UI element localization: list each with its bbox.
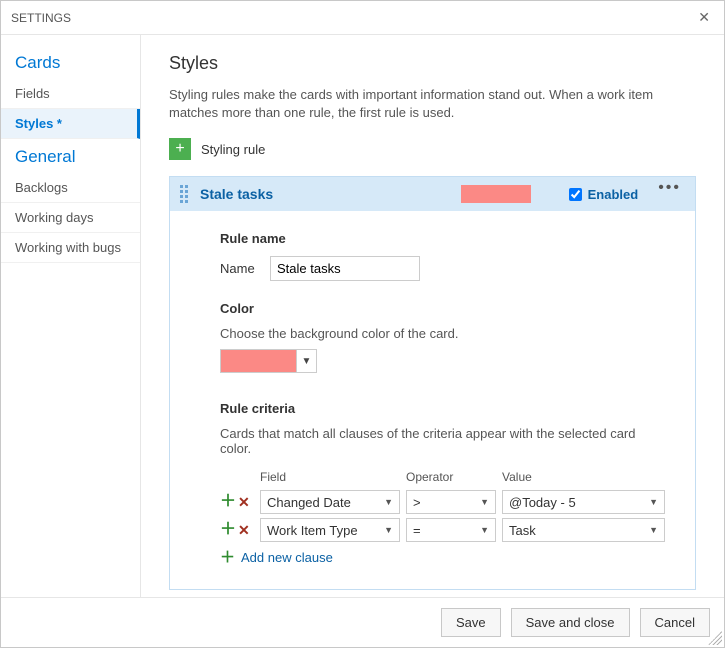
add-clause-label: Add new clause — [241, 550, 333, 565]
criteria-header-value: Value — [502, 470, 665, 484]
clause-field-select[interactable]: Changed Date ▼ — [260, 490, 400, 514]
rule-header[interactable]: Stale tasks Enabled ••• — [170, 177, 695, 211]
criteria-table: Field Operator Value ＋ ✕ Changed Date ▼ — [220, 470, 665, 565]
criteria-description: Cards that match all clauses of the crit… — [220, 426, 665, 456]
drag-handle-icon[interactable] — [180, 185, 190, 203]
page-title: Styles — [169, 53, 696, 74]
cancel-button[interactable]: Cancel — [640, 608, 710, 637]
window-title: SETTINGS — [11, 11, 71, 25]
sidebar-item-backlogs[interactable]: Backlogs — [1, 173, 140, 203]
sidebar-section-general: General — [1, 139, 140, 173]
rule-title: Stale tasks — [200, 186, 273, 202]
plus-icon: ＋ — [220, 550, 235, 565]
clause-operator-select[interactable]: > ▼ — [406, 490, 496, 514]
resize-grip-icon[interactable] — [708, 631, 722, 645]
rule-enabled-toggle[interactable]: Enabled — [569, 187, 639, 202]
add-rule-label: Styling rule — [201, 142, 265, 157]
clause-field-select[interactable]: Work Item Type ▼ — [260, 518, 400, 542]
delete-clause-icon[interactable]: ✕ — [238, 495, 250, 509]
rule-enabled-checkbox[interactable] — [569, 188, 582, 201]
color-section-title: Color — [220, 301, 665, 316]
color-picker[interactable]: ▼ — [220, 349, 317, 373]
rule-name-input[interactable] — [270, 256, 420, 281]
main-panel: Styles Styling rules make the cards with… — [141, 35, 724, 597]
delete-clause-icon[interactable]: ✕ — [238, 523, 250, 537]
sidebar-item-styles[interactable]: Styles * — [1, 109, 140, 139]
add-clause-button[interactable]: ＋ Add new clause — [220, 550, 665, 565]
clause-field-value: Work Item Type — [267, 523, 358, 538]
dialog-footer: Save Save and close Cancel — [1, 597, 724, 647]
clause-value-select[interactable]: Task ▼ — [502, 518, 665, 542]
close-icon[interactable]: ✕ — [694, 7, 714, 28]
rule-more-icon[interactable]: ••• — [654, 179, 685, 197]
sidebar-item-fields[interactable]: Fields — [1, 79, 140, 109]
sidebar-section-cards: Cards — [1, 45, 140, 79]
clause-value-text: @Today - 5 — [509, 495, 576, 510]
criteria-header-operator: Operator — [406, 470, 496, 484]
chevron-down-icon: ▼ — [480, 525, 489, 535]
add-clause-icon[interactable]: ＋ — [220, 494, 236, 510]
color-description: Choose the background color of the card. — [220, 326, 665, 341]
add-rule-button[interactable]: + — [169, 138, 191, 160]
add-clause-icon[interactable]: ＋ — [220, 522, 236, 538]
chevron-down-icon: ▼ — [384, 497, 393, 507]
criteria-row: ＋ ✕ Changed Date ▼ > ▼ @Today - 5 — [220, 490, 665, 514]
rule-panel: Stale tasks Enabled ••• Rule name Name C… — [169, 176, 696, 590]
chevron-down-icon: ▼ — [384, 525, 393, 535]
sidebar-item-working-with-bugs[interactable]: Working with bugs — [1, 233, 140, 263]
page-description: Styling rules make the cards with import… — [169, 86, 696, 122]
rule-name-label: Name — [220, 261, 258, 276]
save-and-close-button[interactable]: Save and close — [511, 608, 630, 637]
criteria-section-title: Rule criteria — [220, 401, 665, 416]
chevron-down-icon: ▼ — [649, 497, 658, 507]
chevron-down-icon[interactable]: ▼ — [296, 350, 316, 372]
criteria-header-field: Field — [260, 470, 400, 484]
color-swatch — [221, 350, 296, 372]
clause-operator-value: = — [413, 523, 421, 538]
chevron-down-icon: ▼ — [480, 497, 489, 507]
clause-value-text: Task — [509, 523, 536, 538]
rule-header-color-swatch — [461, 185, 531, 203]
chevron-down-icon: ▼ — [649, 525, 658, 535]
criteria-row: ＋ ✕ Work Item Type ▼ = ▼ Task — [220, 518, 665, 542]
clause-value-select[interactable]: @Today - 5 ▼ — [502, 490, 665, 514]
sidebar: Cards Fields Styles * General Backlogs W… — [1, 35, 141, 597]
rule-name-section-title: Rule name — [220, 231, 665, 246]
clause-operator-select[interactable]: = ▼ — [406, 518, 496, 542]
save-button[interactable]: Save — [441, 608, 501, 637]
sidebar-item-working-days[interactable]: Working days — [1, 203, 140, 233]
clause-operator-value: > — [413, 495, 421, 510]
rule-enabled-label: Enabled — [588, 187, 639, 202]
clause-field-value: Changed Date — [267, 495, 351, 510]
